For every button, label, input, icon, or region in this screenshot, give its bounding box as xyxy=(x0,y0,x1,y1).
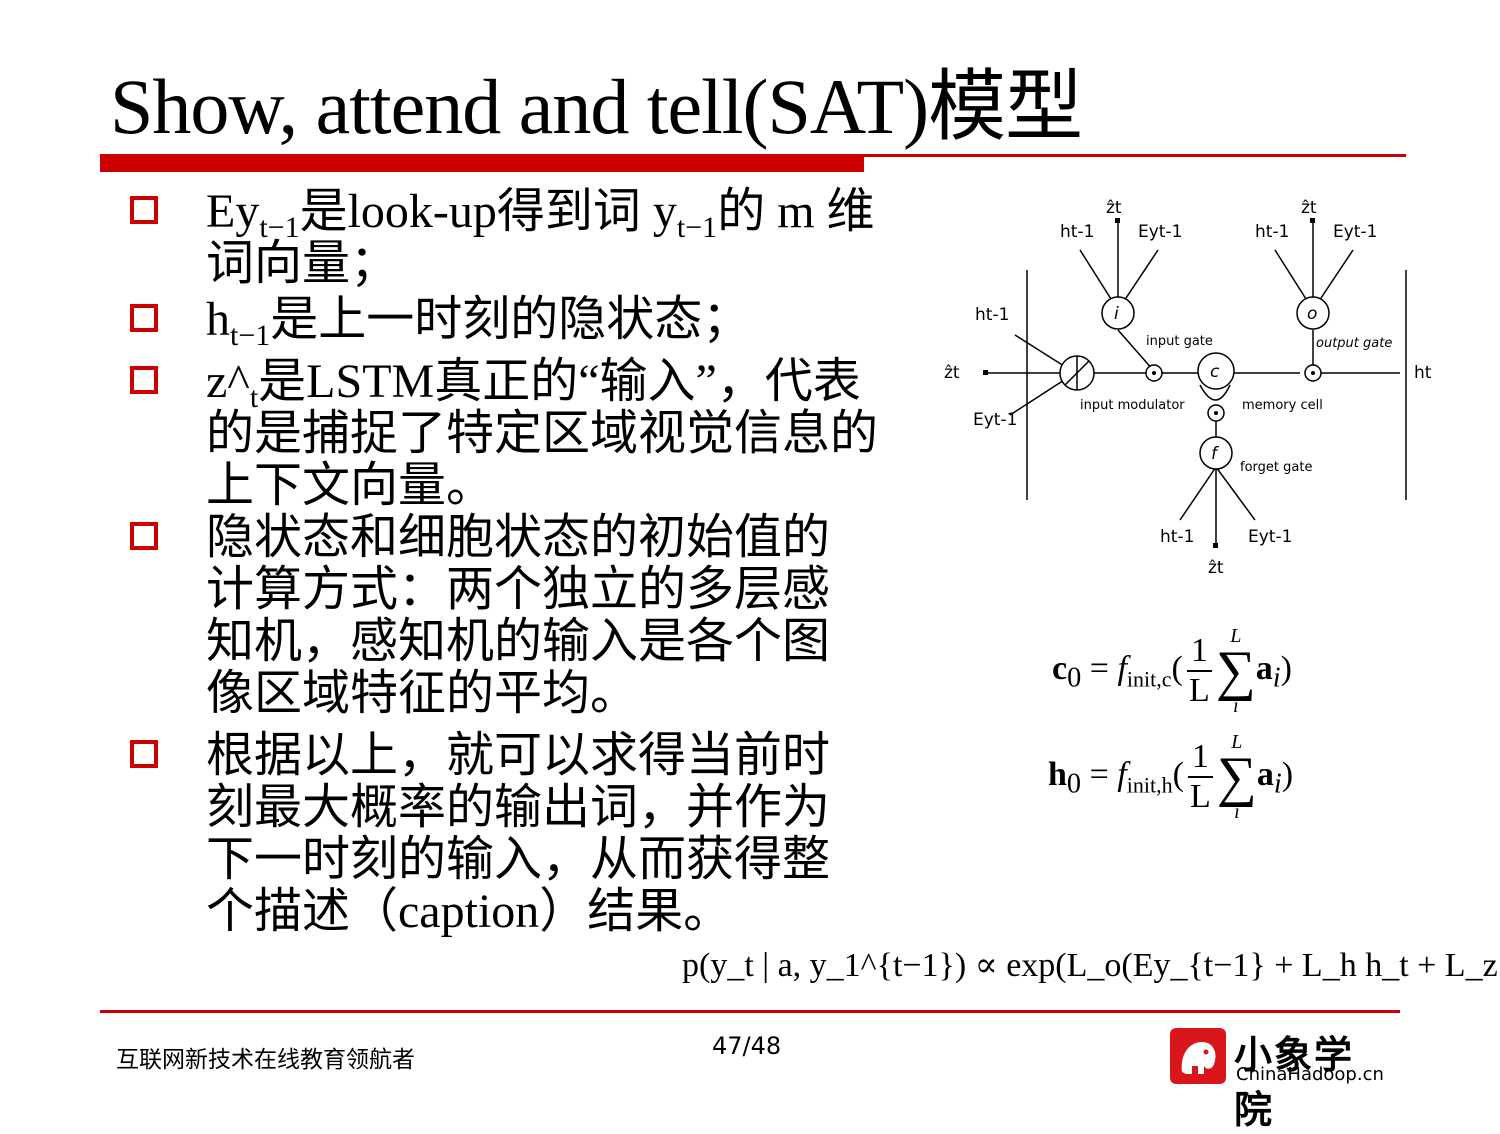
eq-frac-num: 1 xyxy=(1186,632,1212,672)
eq-sum-sigma: ∑ xyxy=(1216,746,1257,808)
equation-c0: c0 = finit,c(1 L L ∑ i ai) xyxy=(1052,625,1292,717)
label-memory-cell: memory cell xyxy=(1242,398,1323,413)
label-h-top-i: ht-1 xyxy=(1060,222,1094,242)
eq-fraction: 1L xyxy=(1187,738,1213,816)
eq-sign: = xyxy=(1089,755,1109,793)
bullet-box xyxy=(130,522,158,550)
eq-fraction: 1L xyxy=(1186,632,1212,710)
eq-frac-den: L xyxy=(1188,672,1210,709)
label-forget-gate: forget gate xyxy=(1240,460,1312,475)
eq-a: a xyxy=(1256,755,1274,793)
bullet-text: z^t是LSTM真正的“输入”，代表 的是捕捉了特定区域视觉信息的 上下文向量。 xyxy=(206,356,906,512)
bullet-box xyxy=(130,304,158,332)
eq-f: f xyxy=(1117,755,1127,793)
eq-lhs: c xyxy=(1052,649,1068,687)
equation-output-prob: p(y_t | a, y_1^{t−1}) ∝ exp(L_o(Ey_{t−1}… xyxy=(682,947,1500,984)
gate-o-label: o xyxy=(1307,304,1317,324)
bullet-text-part: h xyxy=(206,293,230,346)
eq-lhs-sub: 0 xyxy=(1067,662,1082,694)
footer-rule xyxy=(100,1010,1400,1013)
bullet-text-line: 隐状态和细胞状态的初始值的 xyxy=(206,511,831,564)
bullet-text-line: 个描述（caption）结果。 xyxy=(206,885,732,938)
label-zhat-bottom: ẑt xyxy=(1208,558,1224,578)
eq-sum-sigma: ∑ xyxy=(1215,640,1256,702)
bullet-box xyxy=(130,366,158,394)
label-output-gate: output gate xyxy=(1316,336,1392,351)
bullet-text-line: 的是捕捉了特定区域视觉信息的 xyxy=(206,407,879,460)
label-ey-top-o: Eyt-1 xyxy=(1333,222,1377,242)
label-ey-left: Eyt-1 xyxy=(973,410,1017,430)
label-h-top-o: ht-1 xyxy=(1255,222,1289,242)
eq-lhs: h xyxy=(1048,755,1067,793)
eq-f: f xyxy=(1117,649,1127,687)
lstm-diagram-svg: ẑt ht-1 Eyt-1 ẑt ht-1 Eyt-1 ht-1 ẑt Eyt-… xyxy=(944,198,1432,578)
equation-h0: h0 = finit,h(1 L L ∑ i ai) xyxy=(1048,731,1294,823)
label-h-out: ht xyxy=(1414,363,1432,383)
eq-frac-num: 1 xyxy=(1187,738,1213,778)
eq-sum: L ∑ i xyxy=(1217,732,1257,822)
eq-a: a xyxy=(1255,649,1273,687)
bullet-text-part: 是look-up得到词 y xyxy=(299,185,677,238)
eq-frac-den: L xyxy=(1190,778,1211,815)
bullet-text-part: 是LSTM真正的“输入”，代表 xyxy=(258,355,861,408)
footer-slogan: 互联网新技术在线教育领航者 xyxy=(116,1047,415,1073)
eq-a-sub: i xyxy=(1272,662,1281,694)
bullet-text: 隐状态和细胞状态的初始值的 计算方式：两个独立的多层感 知机，感知机的输入是各个… xyxy=(206,512,906,720)
label-zhat-top-i: ẑt xyxy=(1106,198,1122,218)
eq-sign: = xyxy=(1089,649,1109,687)
gate-i-label: i xyxy=(1114,304,1119,324)
label-h-bottom: ht-1 xyxy=(1160,527,1194,547)
lstm-diagram: ẑt ht-1 Eyt-1 ẑt ht-1 Eyt-1 ht-1 ẑt Eyt-… xyxy=(930,185,1450,585)
bullet-text-line: 根据以上，就可以求得当前时 xyxy=(206,729,831,782)
bullet-text-part: 是上一时刻的隐状态； xyxy=(270,293,751,346)
eq-f-sub: init,h xyxy=(1126,772,1173,798)
logo-text-en: ChinaHadoop.cn xyxy=(1236,1064,1384,1085)
bullet-text-line: 上下文向量。 xyxy=(206,459,495,512)
elephant-logo-icon xyxy=(1170,1028,1226,1084)
label-input-gate: input gate xyxy=(1146,334,1213,349)
slide-title: Show, attend and tell(SAT)模型 xyxy=(110,63,1083,150)
eq-a-sub: i xyxy=(1273,768,1282,800)
cell-c-label: c xyxy=(1210,362,1220,382)
eq-lhs-sub: 0 xyxy=(1066,768,1082,800)
bullet-box xyxy=(130,740,158,768)
bullet-text: 根据以上，就可以求得当前时 刻最大概率的输出词，并作为 下一时刻的输入，从而获得… xyxy=(206,730,906,938)
bullet-text: Eyt−1是look-up得到词 yt−1的 m 维 词向量； xyxy=(206,186,906,290)
bullet-box xyxy=(130,196,158,224)
eq-sum: L ∑ i xyxy=(1216,626,1256,716)
bullet-text-line: 知机，感知机的输入是各个图 xyxy=(206,615,831,668)
subscript: t−1 xyxy=(676,211,718,244)
title-rule-thick xyxy=(100,154,864,172)
eq-f-sub: init,c xyxy=(1126,666,1172,692)
bullet-text-part: z^ xyxy=(206,355,250,408)
label-zhat-left: ẑt xyxy=(944,363,960,383)
label-zhat-top-o: ẑt xyxy=(1301,198,1317,218)
label-ey-top-i: Eyt-1 xyxy=(1138,222,1182,242)
page-number: 47/48 xyxy=(712,1032,782,1060)
bullet-text-line: 计算方式：两个独立的多层感 xyxy=(206,563,831,616)
label-h-left: ht-1 xyxy=(975,305,1009,325)
brand-logo: 小象学院 ChinaHadoop.cn xyxy=(1170,1028,1390,1132)
bullet-text-line: 下一时刻的输入，从而获得整 xyxy=(206,833,831,886)
label-ey-bottom: Eyt-1 xyxy=(1248,527,1292,547)
bullet-text-part: 的 m 维 xyxy=(717,185,875,238)
bullet-text-line: 词向量； xyxy=(206,237,399,290)
bullet-text: ht−1是上一时刻的隐状态； xyxy=(206,293,906,351)
bullet-text-part: Ey xyxy=(206,185,260,238)
bullet-text-line: 像区域特征的平均。 xyxy=(206,667,639,720)
label-input-modulator: input modulator xyxy=(1080,398,1185,413)
bullet-text-line: 刻最大概率的输出词，并作为 xyxy=(206,781,831,834)
subscript: t−1 xyxy=(230,319,271,352)
